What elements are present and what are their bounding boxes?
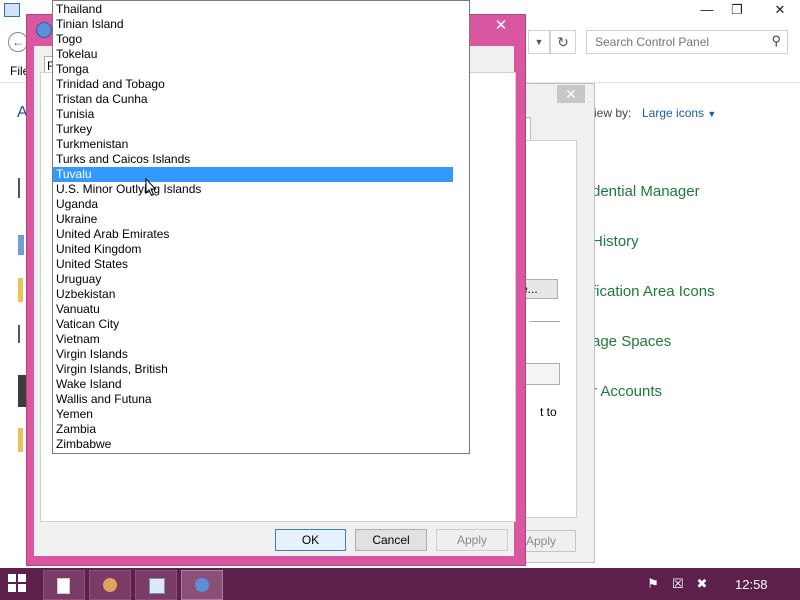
back-arrow-icon[interactable]: ← bbox=[8, 32, 28, 52]
address-dropdown-icon[interactable]: ▼ bbox=[528, 30, 550, 54]
mouse-cursor-icon bbox=[145, 178, 157, 197]
refresh-icon[interactable]: ↻ bbox=[550, 30, 576, 54]
search-input[interactable] bbox=[587, 31, 765, 53]
country-option[interactable]: United Kingdom bbox=[53, 242, 453, 257]
country-option[interactable]: Turks and Caicos Islands bbox=[53, 152, 453, 167]
country-option[interactable]: U.S. Minor Outlying Islands bbox=[53, 182, 453, 197]
device-icon bbox=[18, 235, 24, 255]
country-option[interactable]: Virgin Islands bbox=[53, 347, 453, 362]
view-by-dropdown[interactable]: Large icons ▼ bbox=[642, 106, 716, 120]
country-option[interactable]: Uganda bbox=[53, 197, 453, 212]
link-storage-spaces[interactable]: age Spaces bbox=[592, 333, 671, 350]
country-option[interactable]: Tonga bbox=[53, 62, 453, 77]
control-panel-icon bbox=[149, 578, 165, 594]
country-option[interactable]: Wallis and Futuna bbox=[53, 392, 453, 407]
country-option[interactable]: Zimbabwe bbox=[53, 437, 453, 452]
country-option[interactable]: Vatican City bbox=[53, 317, 453, 332]
country-option[interactable]: Vietnam bbox=[53, 332, 453, 347]
search-icon[interactable]: ⚲ bbox=[771, 33, 781, 49]
start-button[interactable] bbox=[8, 574, 28, 594]
apply-button: Apply bbox=[436, 529, 508, 551]
separator bbox=[530, 321, 560, 322]
country-option[interactable]: Yemen bbox=[53, 407, 453, 422]
action-center-flag-icon[interactable]: ⚑ bbox=[646, 577, 660, 591]
taskbar: ⚑ ☒ ✖ 12:58 bbox=[0, 568, 800, 600]
maximize-icon[interactable]: ❐ bbox=[722, 0, 752, 20]
monitor-icon bbox=[18, 375, 26, 407]
search-box[interactable]: ⚲ bbox=[586, 30, 788, 54]
globe-icon bbox=[195, 578, 209, 592]
taskbar-clock[interactable]: 12:58 bbox=[735, 577, 768, 592]
link-notification-area-icons[interactable]: fication Area Icons bbox=[592, 283, 715, 300]
country-option[interactable]: Turkmenistan bbox=[53, 137, 453, 152]
country-option[interactable]: United States bbox=[53, 257, 453, 272]
network-disconnected-icon[interactable]: ☒ bbox=[671, 577, 685, 591]
users-icon bbox=[103, 578, 117, 592]
close-icon[interactable]: ✕ bbox=[486, 16, 516, 36]
view-by-label: iew by: bbox=[594, 106, 632, 120]
country-option[interactable]: Turkey bbox=[53, 122, 453, 137]
link-file-history[interactable]: History bbox=[592, 233, 639, 250]
taskbar-file-explorer[interactable] bbox=[43, 570, 85, 600]
country-option[interactable]: Trinidad and Tobago bbox=[53, 77, 453, 92]
minimize-icon[interactable]: — bbox=[692, 0, 722, 20]
taskbar-region[interactable] bbox=[181, 570, 223, 600]
link-credential-manager[interactable]: dential Manager bbox=[592, 183, 700, 200]
windows-logo-icon bbox=[18, 584, 26, 592]
country-option[interactable]: Uzbekistan bbox=[53, 287, 453, 302]
ok-button[interactable]: OK bbox=[275, 529, 346, 551]
folder-icon bbox=[18, 428, 23, 452]
country-option[interactable]: Tristan da Cunha bbox=[53, 92, 453, 107]
windows-logo-icon bbox=[8, 584, 16, 592]
control-panel-app-icon bbox=[4, 3, 20, 17]
country-option[interactable]: Zambia bbox=[53, 422, 453, 437]
country-option[interactable]: Tinian Island bbox=[53, 17, 453, 32]
close-icon[interactable]: ✕ bbox=[557, 85, 585, 103]
windows-logo-icon bbox=[8, 574, 16, 582]
cancel-button[interactable]: Cancel bbox=[355, 529, 427, 551]
country-dropdown-list[interactable]: Thailand Tinian Island Togo Tokelau Tonga Tri… bbox=[52, 0, 470, 454]
taskbar-control-panel[interactable] bbox=[135, 570, 177, 600]
dialog-panel bbox=[520, 140, 577, 518]
country-option[interactable]: Togo bbox=[53, 32, 453, 47]
close-icon[interactable]: ✕ bbox=[760, 0, 800, 20]
country-option[interactable]: Tuvalu bbox=[53, 167, 453, 182]
country-option[interactable]: Thailand bbox=[53, 2, 453, 17]
dialog-field[interactable] bbox=[520, 363, 560, 385]
taskbar-users[interactable] bbox=[89, 570, 131, 600]
country-option[interactable]: Tokelau bbox=[53, 47, 453, 62]
country-option[interactable]: Tunisia bbox=[53, 107, 453, 122]
windows-logo-icon bbox=[18, 574, 26, 582]
country-option[interactable]: Uruguay bbox=[53, 272, 453, 287]
dialog-text: t to bbox=[540, 405, 557, 419]
country-option[interactable]: United Arab Emirates bbox=[53, 227, 453, 242]
country-option[interactable]: Wake Island bbox=[53, 377, 453, 392]
folder-icon bbox=[18, 278, 23, 302]
view-by-value: Large icons bbox=[642, 106, 705, 120]
document-icon bbox=[57, 578, 70, 594]
volume-muted-icon[interactable]: ✖ bbox=[695, 577, 709, 591]
country-option[interactable]: Ukraine bbox=[53, 212, 453, 227]
country-option[interactable]: Virgin Islands, British bbox=[53, 362, 453, 377]
link-user-accounts[interactable]: r Accounts bbox=[592, 383, 662, 400]
country-option[interactable]: Vanuatu bbox=[53, 302, 453, 317]
chevron-down-icon: ▼ bbox=[707, 109, 717, 119]
globe-icon bbox=[36, 22, 52, 38]
